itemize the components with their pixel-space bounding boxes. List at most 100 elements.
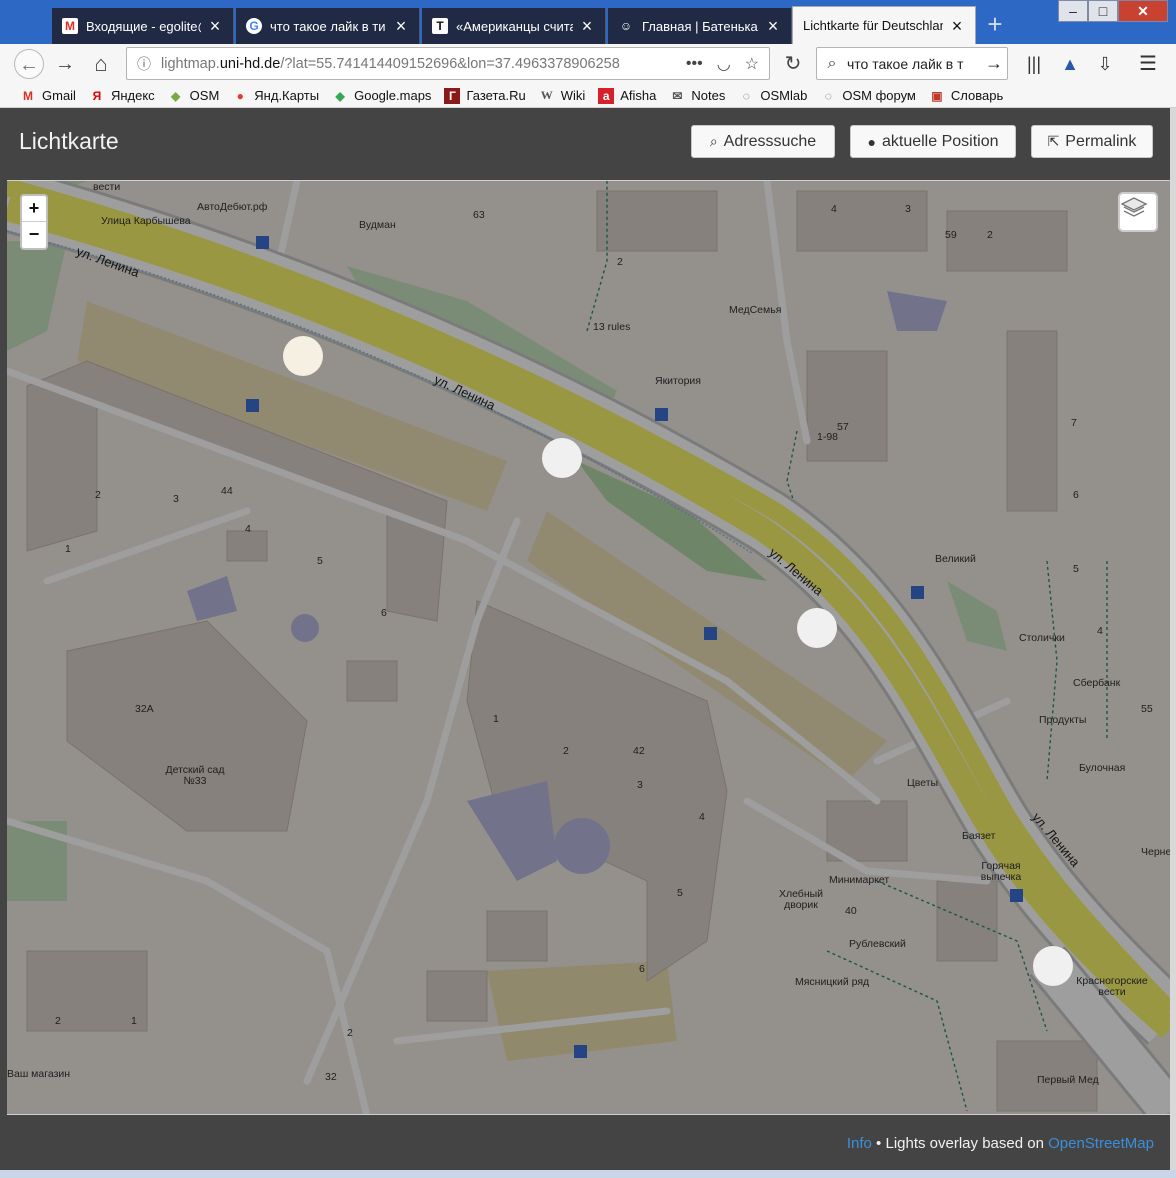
window-close-button[interactable]: ✕ (1118, 0, 1168, 22)
bookmark-wiki[interactable]: W Wiki (539, 88, 586, 104)
reload-button[interactable]: ↻ (778, 49, 808, 79)
street-light-marker[interactable] (542, 438, 582, 478)
address-search-button[interactable]: ⌕ Adresssuche (691, 125, 835, 158)
poi-label: Красногорские вести (1076, 975, 1148, 998)
poi-label: Великий (935, 553, 976, 565)
forward-button[interactable]: → (50, 49, 80, 79)
house-number: 63 (473, 209, 485, 221)
house-number: 55 (1141, 703, 1153, 715)
bookmark-star-icon[interactable]: ☆ (745, 54, 759, 74)
street-light-marker[interactable] (1033, 946, 1073, 986)
map-view[interactable]: ул. Ленина ул. Ленина ул. Ленина ул. Лен… (7, 180, 1170, 1115)
tab-batenka[interactable]: ☺ Главная | Батенька, × (608, 8, 792, 44)
house-number: 2 (347, 1027, 353, 1039)
bookmark-afisha[interactable]: a Afisha (598, 87, 657, 104)
info-icon[interactable]: ⓘ (127, 54, 161, 74)
download-icon[interactable]: ⇩ (1093, 52, 1117, 76)
bookmark-yandex-maps[interactable]: ● Янд.Карты (232, 88, 319, 104)
bookmark-label: Янд.Карты (254, 88, 320, 103)
openstreetmap-link[interactable]: OpenStreetMap (1048, 1135, 1154, 1152)
poi-label: вести (93, 181, 121, 193)
page-viewport: Lichtkarte ⌕ Adresssuche ● aktuelle Posi… (0, 108, 1170, 1170)
extension-icon[interactable]: ▲ (1058, 52, 1082, 76)
globe-icon: ◌ (742, 88, 750, 103)
zoom-out-button[interactable]: − (22, 222, 46, 248)
bookmark-osm[interactable]: ◆ OSM (168, 88, 219, 104)
osm-icon: ◆ (171, 88, 181, 103)
tab-title: Входящие - egolite@ (86, 18, 201, 34)
close-icon[interactable]: × (765, 17, 781, 35)
back-button[interactable]: ← (14, 49, 44, 79)
minimize-button[interactable]: – (1058, 0, 1088, 22)
house-number: 4 (245, 523, 251, 535)
bookmark-label: OSM форум (842, 88, 916, 103)
app-header: Lichtkarte ⌕ Adresssuche ● aktuelle Posi… (7, 108, 1170, 180)
house-number: 3 (637, 779, 643, 791)
library-icon[interactable]: ||| (1022, 52, 1046, 76)
url-bar[interactable]: ⓘ lightmap.uni-hd.de/?lat=55.74141440915… (126, 47, 770, 80)
poi-label: Мясницкий ряд (795, 976, 870, 988)
app-title: Lichtkarte (19, 128, 119, 154)
layers-button[interactable] (1118, 192, 1158, 232)
bookmark-label: Газета.Ru (466, 88, 526, 103)
close-icon[interactable]: × (579, 17, 595, 35)
poi-label: Рублевский (849, 938, 906, 950)
bookmark-osmlab[interactable]: ◌ OSMlab (738, 88, 808, 104)
page-actions-icon[interactable]: ••• (686, 55, 703, 73)
permalink-button[interactable]: ⇱ Permalink (1031, 125, 1153, 158)
bookmark-yandex[interactable]: Я Яндекс (89, 88, 155, 104)
poi-label: Первый Мед (1037, 1074, 1099, 1086)
current-position-button[interactable]: ● aktuelle Position (850, 125, 1016, 158)
tab-google-search[interactable]: G что такое лайк в ти × (236, 8, 420, 44)
menu-icon[interactable]: ☰ (1136, 52, 1160, 76)
poi-label: Баязет (962, 830, 996, 842)
poi-label: Булочная (1079, 762, 1126, 774)
home-button[interactable]: ⌂ (86, 49, 116, 79)
bookmark-label: Afisha (620, 88, 657, 103)
notes-icon: ✉ (672, 88, 683, 103)
street-light-marker[interactable] (797, 608, 837, 648)
close-icon[interactable]: × (207, 17, 223, 35)
search-input[interactable]: что такое лайк в т (847, 56, 981, 72)
url-path: /?lat=55.741414409152696&lon=37.49633789… (280, 55, 620, 72)
url-text[interactable]: lightmap.uni-hd.de/?lat=55.7414144091526… (161, 56, 686, 72)
poi-label: Горячая выпечка (980, 860, 1022, 883)
bookmark-notes[interactable]: ✉ Notes (669, 88, 725, 104)
gazeta-icon: Г (444, 87, 461, 104)
bookmark-label: Словарь (950, 88, 1004, 103)
search-bar[interactable]: ⌕ что такое лайк в т → (816, 47, 1008, 80)
house-number: 2 (987, 229, 993, 241)
bookmark-gazeta[interactable]: Г Газета.Ru (444, 87, 526, 104)
bookmark-gmail[interactable]: M Gmail (20, 88, 76, 104)
close-icon[interactable]: × (393, 17, 409, 35)
bookmark-osm-forum[interactable]: ◌ OSM форум (820, 88, 916, 104)
tab-strip: M Входящие - egolite@ × G что такое лайк… (0, 0, 1176, 44)
info-link[interactable]: Info (847, 1135, 872, 1152)
tab-article[interactable]: T «Американцы счита × (422, 8, 606, 44)
house-number: 44 (221, 485, 233, 497)
house-number: 32А (135, 703, 154, 715)
google-maps-icon: ◆ (335, 88, 345, 103)
house-number: 1 (131, 1015, 137, 1027)
pocket-icon[interactable]: ◡ (717, 54, 731, 74)
maximize-button[interactable]: □ (1088, 0, 1118, 22)
house-number: 32 (325, 1071, 337, 1083)
new-tab-button[interactable]: + (980, 10, 1010, 40)
house-number: 1 (65, 543, 71, 555)
search-go-button[interactable]: → (981, 53, 1007, 74)
zoom-in-button[interactable]: + (22, 196, 46, 222)
poi-label: Продукты (1039, 714, 1087, 726)
page-scrollbar[interactable] (1170, 108, 1176, 1170)
tab-title: что такое лайк в ти (270, 18, 386, 34)
house-number: 57 (837, 421, 849, 433)
batenka-icon: ☺ (619, 19, 633, 33)
tab-gmail[interactable]: M Входящие - egolite@ × (52, 8, 234, 44)
button-label: aktuelle Position (881, 132, 999, 150)
close-icon[interactable]: × (949, 17, 965, 35)
bookmark-google-maps[interactable]: ◆ Google.maps (332, 88, 431, 104)
tab-lichtkarte[interactable]: Lichtkarte für Deutschlan × (792, 6, 976, 44)
bookmark-dictionary[interactable]: ▣ Словарь (929, 88, 1003, 104)
street-light-marker[interactable] (283, 336, 323, 376)
house-number: 2 (95, 489, 101, 501)
navigation-bar: ← → ⌂ ⓘ lightmap.uni-hd.de/?lat=55.74141… (0, 44, 1176, 84)
